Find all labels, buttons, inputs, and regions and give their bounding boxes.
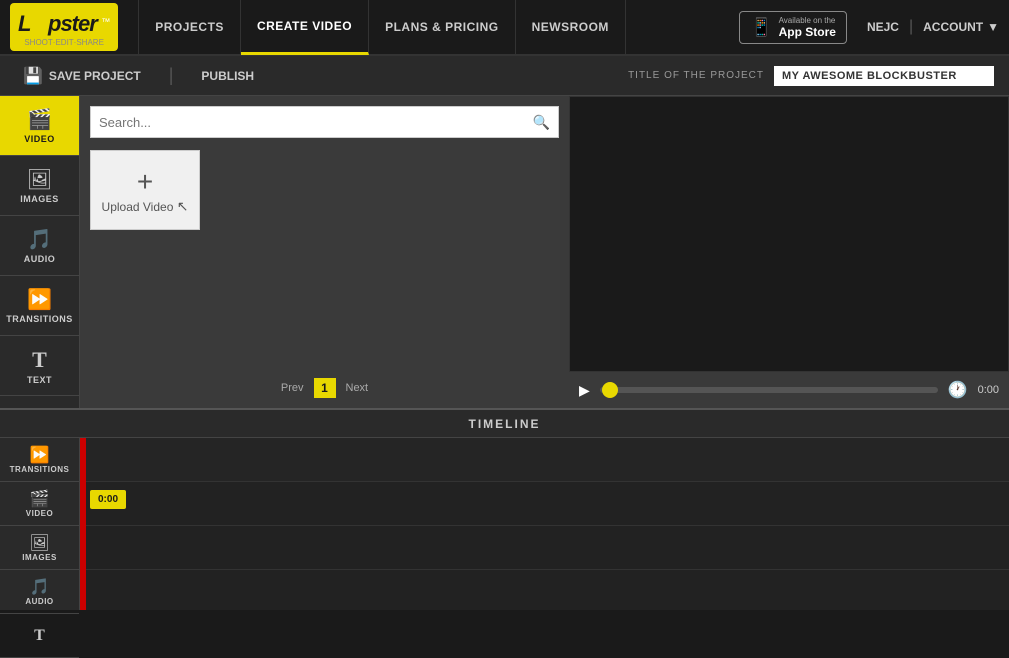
nav-links: PROJECTS CREATE VIDEO PLANS & PRICING NE…	[138, 0, 739, 55]
cursor-icon: ↖	[177, 198, 189, 214]
timeline-transitions-icon: ⏩	[30, 445, 50, 465]
project-title-input[interactable]	[774, 66, 994, 86]
play-button[interactable]: ▶	[579, 382, 590, 399]
user-name[interactable]: NEJC	[867, 20, 899, 34]
sidebar-item-transitions[interactable]: ⏩ TRANSITIONS	[0, 276, 79, 336]
timeline-video-icon: 🎬	[30, 489, 50, 509]
transitions-icon: ⏩	[27, 287, 52, 312]
app-store-top-text: Available on the	[779, 16, 836, 25]
phone-icon: 📱	[750, 17, 772, 38]
preview-controls: ▶ 🕐 0:00	[569, 372, 1009, 408]
timeline-images-icon: 🖼	[29, 533, 49, 553]
logo-tagline: SHOOT·EDIT·SHARE	[18, 38, 110, 47]
time-icon: 🕐	[948, 380, 968, 400]
nav-user: NEJC | ACCOUNT ▼	[857, 18, 999, 36]
images-icon: 🖼	[27, 167, 52, 192]
time-display: 0:00	[978, 384, 999, 396]
timeline-video-text: VIDEO	[26, 509, 53, 518]
progress-handle[interactable]	[602, 382, 618, 398]
time-block: 0:00	[90, 490, 126, 509]
video-preview: ▶ 🕐 0:00	[569, 96, 1009, 408]
timeline-transitions-text: TRANSITIONS	[10, 465, 70, 474]
preview-screen	[569, 96, 1009, 372]
project-title-section: TITLE OF THE PROJECT	[628, 66, 994, 86]
sidebar-item-text[interactable]: T TEXT	[0, 336, 79, 396]
sidebar-label-images: IMAGES	[20, 194, 59, 204]
nav-create-video[interactable]: CREATE VIDEO	[241, 0, 369, 55]
timeline-sidebar: ⏩ TRANSITIONS 🎬 VIDEO 🖼 IMAGES 🎵 AUDIO T	[0, 438, 80, 610]
prev-page-button[interactable]: Prev	[281, 382, 304, 394]
toolbar-divider: |	[169, 65, 174, 86]
upload-label: Upload Video ↖	[102, 198, 189, 215]
timeline-red-marker	[80, 438, 86, 482]
timeline-red-marker-audio	[80, 570, 86, 610]
timeline-images-text: IMAGES	[22, 553, 57, 562]
publish-label: PUBLISH	[201, 69, 254, 83]
timeline-track-images: 🖼 IMAGES	[0, 526, 79, 570]
toolbar: 💾 SAVE PROJECT | PUBLISH TITLE OF THE PR…	[0, 56, 1009, 96]
timeline-track-video: 🎬 VIDEO	[0, 482, 79, 526]
logo-text: L∞pster	[18, 11, 97, 36]
timeline-track-transitions: ⏩ TRANSITIONS	[0, 438, 79, 482]
audio-track-row	[80, 570, 1009, 610]
plus-icon: +	[137, 166, 153, 198]
nav-projects[interactable]: PROJECTS	[138, 0, 241, 55]
sidebar-label-audio: AUDIO	[24, 254, 56, 264]
chevron-down-icon: ▼	[987, 20, 999, 34]
app-store-button[interactable]: 📱 Available on the App Store	[739, 11, 847, 44]
logo-tm: ™	[101, 17, 110, 27]
timeline-text-icon: T	[34, 627, 45, 645]
next-page-button[interactable]: Next	[346, 382, 369, 394]
timeline-tracks[interactable]: 0:00	[80, 438, 1009, 610]
search-bar: 🔍	[90, 106, 559, 138]
timeline-track-text: T	[0, 614, 79, 658]
timeline-red-marker-video	[80, 482, 86, 526]
nav-plans-pricing[interactable]: PLANS & PRICING	[369, 0, 516, 55]
logo-area: L∞pster ™ SHOOT·EDIT·SHARE	[10, 3, 118, 51]
save-project-button[interactable]: 💾 SAVE PROJECT	[15, 62, 149, 90]
app-store-bottom-text: App Store	[779, 25, 836, 39]
current-page: 1	[314, 378, 336, 398]
sidebar-item-images[interactable]: 🖼 IMAGES	[0, 156, 79, 216]
top-navigation: L∞pster ™ SHOOT·EDIT·SHARE PROJECTS CREA…	[0, 0, 1009, 56]
account-button[interactable]: ACCOUNT ▼	[923, 20, 999, 34]
timeline-red-marker-images	[80, 526, 86, 570]
video-icon: 🎬	[27, 107, 52, 132]
upload-video-card[interactable]: + Upload Video ↖	[90, 150, 200, 230]
nav-divider: |	[909, 18, 913, 36]
timeline-header: TIMELINE	[0, 410, 1009, 438]
content-area: 🔍 + Upload Video ↖ Prev 1 Next	[80, 96, 569, 408]
pagination: Prev 1 Next	[90, 370, 559, 398]
images-track-row	[80, 526, 1009, 570]
sidebar-label-transitions: TRANSITIONS	[6, 314, 73, 324]
video-track-row: 0:00	[80, 482, 1009, 526]
save-icon: 💾	[23, 66, 43, 86]
audio-icon: 🎵	[27, 227, 52, 252]
sidebar-item-video[interactable]: 🎬 VIDEO	[0, 96, 79, 156]
sidebar-label-text: TEXT	[27, 375, 52, 385]
timeline-audio-icon: 🎵	[30, 577, 50, 597]
timeline-audio-text: AUDIO	[25, 597, 53, 606]
project-title-label: TITLE OF THE PROJECT	[628, 70, 764, 81]
timeline-section: TIMELINE ⏩ TRANSITIONS 🎬 VIDEO 🖼 IMAGES …	[0, 408, 1009, 608]
transitions-track-row	[80, 438, 1009, 482]
nav-newsroom[interactable]: NEWSROOM	[516, 0, 626, 55]
publish-button[interactable]: PUBLISH	[193, 65, 262, 87]
progress-bar[interactable]	[600, 387, 938, 393]
media-grid: + Upload Video ↖	[90, 150, 559, 230]
search-input[interactable]	[99, 115, 533, 130]
nav-right: 📱 Available on the App Store NEJC | ACCO…	[739, 11, 999, 44]
sidebar-label-video: VIDEO	[24, 134, 55, 144]
sidebar-item-audio[interactable]: 🎵 AUDIO	[0, 216, 79, 276]
text-icon: T	[32, 347, 47, 373]
save-label: SAVE PROJECT	[49, 69, 141, 83]
timeline-body: ⏩ TRANSITIONS 🎬 VIDEO 🖼 IMAGES 🎵 AUDIO T	[0, 438, 1009, 610]
logo: L∞pster ™ SHOOT·EDIT·SHARE	[10, 3, 118, 51]
timeline-track-audio: 🎵 AUDIO	[0, 570, 79, 614]
left-sidebar: 🎬 VIDEO 🖼 IMAGES 🎵 AUDIO ⏩ TRANSITIONS T…	[0, 96, 80, 408]
main-content: 🎬 VIDEO 🖼 IMAGES 🎵 AUDIO ⏩ TRANSITIONS T…	[0, 96, 1009, 408]
timeline-label: TIMELINE	[469, 417, 541, 431]
search-icon[interactable]: 🔍	[533, 114, 550, 131]
